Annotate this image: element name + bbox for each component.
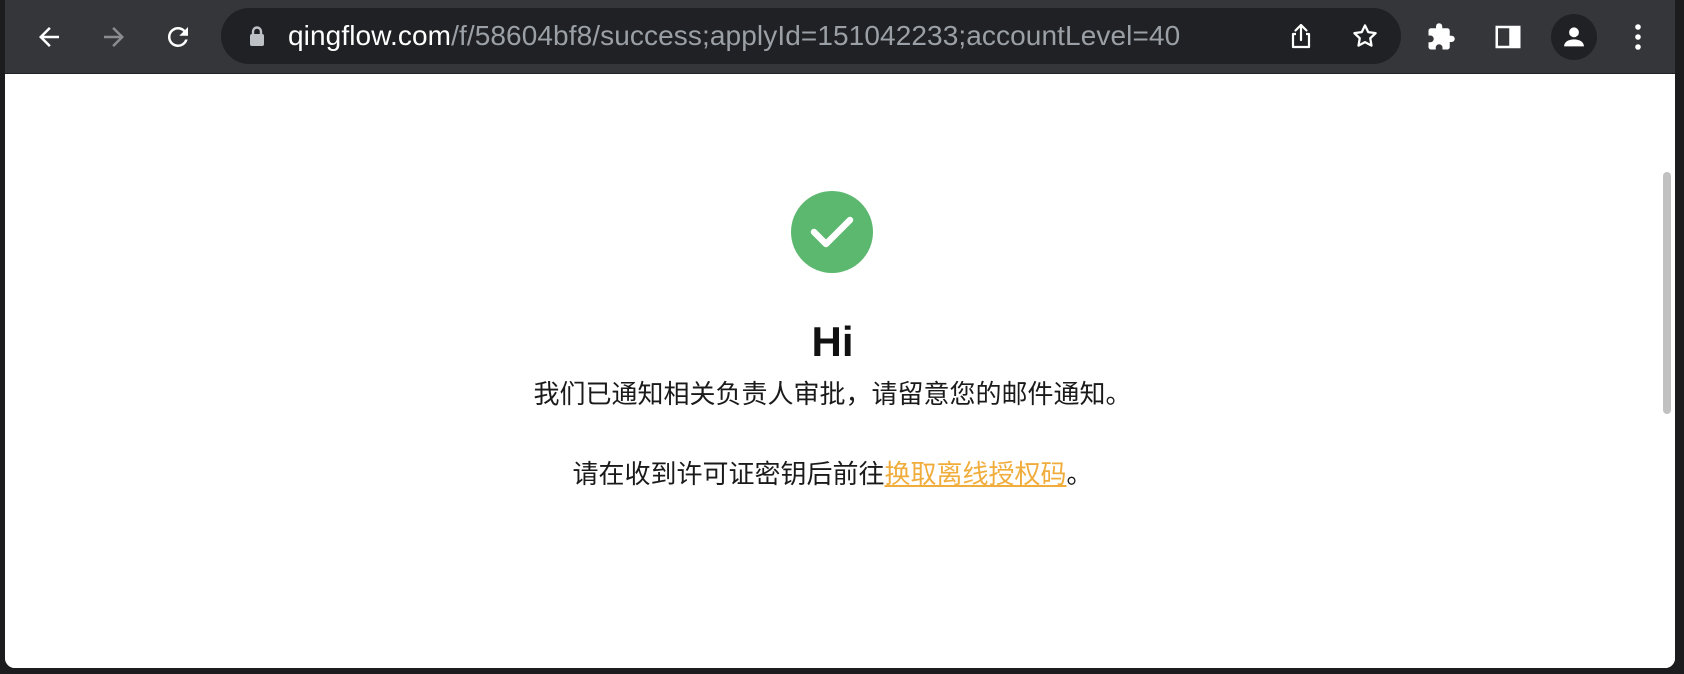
side-panel-button[interactable]: [1485, 14, 1531, 60]
approval-notice: 我们已通知相关负责人审批，请留意您的邮件通知。: [533, 380, 1132, 410]
license-instruction: 请在收到许可证密钥后前往换取离线授权码。: [5, 454, 1660, 491]
address-bar[interactable]: qingflow.com/f/58604bf8/success;applyId=…: [221, 8, 1401, 64]
page-content: Hi 我们已通知相关负责人审批，请留意您的邮件通知。 请在收到许可证密钥后前往换…: [5, 74, 1675, 668]
scrollbar-thumb[interactable]: [1663, 172, 1671, 414]
browser-window: qingflow.com/f/58604bf8/success;applyId=…: [5, 0, 1675, 668]
kebab-menu-icon: [1635, 24, 1641, 50]
greeting-title: Hi: [811, 318, 854, 365]
extensions-button[interactable]: [1418, 14, 1464, 60]
browser-toolbar: qingflow.com/f/58604bf8/success;applyId=…: [5, 0, 1675, 74]
profile-icon: [1564, 27, 1584, 47]
instruction-prefix: 请在收到许可证密钥后前往: [572, 460, 885, 490]
back-arrow-icon: [39, 27, 59, 47]
url-host: qingflow.com: [288, 20, 452, 51]
bookmark-button[interactable]: [1348, 19, 1382, 53]
lock-icon[interactable]: [247, 25, 267, 52]
forward-button[interactable]: [91, 14, 137, 60]
side-panel-icon: [1495, 25, 1521, 49]
instruction-suffix: 。: [1066, 460, 1093, 490]
scrollbar[interactable]: [1657, 74, 1675, 668]
reload-icon: [167, 26, 188, 47]
puzzle-icon: [1428, 23, 1455, 50]
profile-button[interactable]: [1551, 14, 1597, 60]
share-button[interactable]: [1284, 19, 1318, 53]
reload-button[interactable]: [155, 14, 201, 60]
share-icon: [1291, 23, 1311, 49]
browser-menu-button[interactable]: [1615, 14, 1661, 60]
forward-arrow-icon: [104, 27, 124, 47]
url-path: /f/58604bf8/success;applyId=151042233;ac…: [451, 20, 1181, 51]
checkmark-icon: [791, 191, 873, 273]
url-text[interactable]: qingflow.com/f/58604bf8/success;applyId=…: [288, 8, 1180, 64]
back-button[interactable]: [26, 14, 72, 60]
exchange-offline-code-link[interactable]: 换取离线授权码: [884, 460, 1066, 490]
star-icon: [1353, 24, 1377, 47]
